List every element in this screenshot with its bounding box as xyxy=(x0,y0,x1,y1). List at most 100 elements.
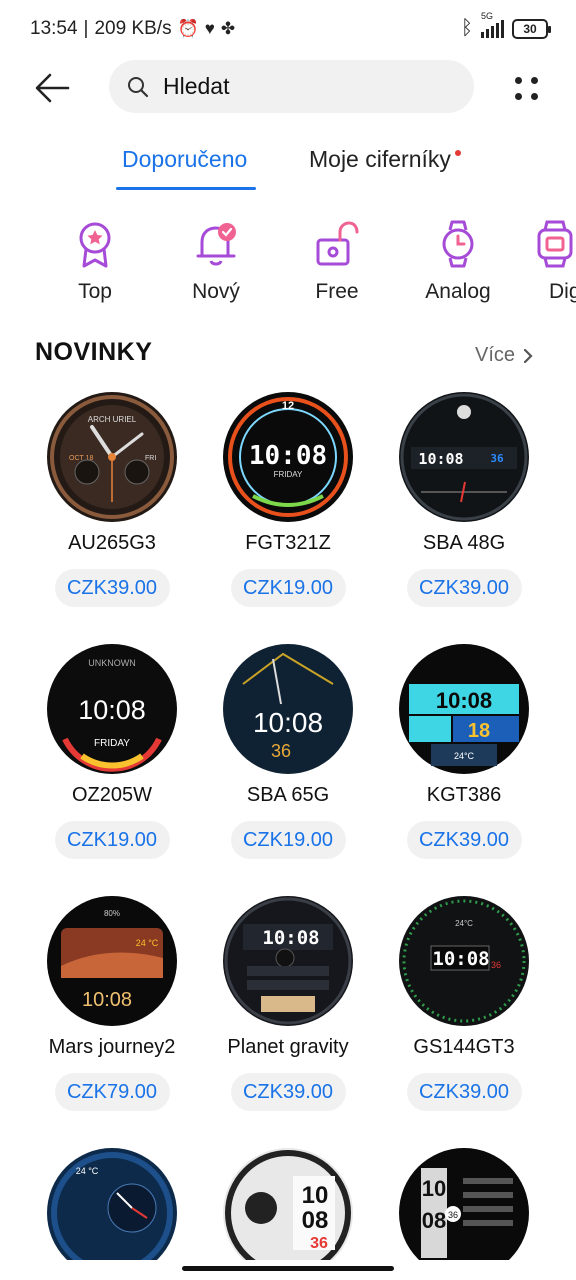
watch-face-card[interactable]: UNKNOWN 10:08 FRIDAY OZ205W CZK19.00 xyxy=(37,644,187,874)
watch-icon xyxy=(442,220,474,268)
home-indicator[interactable] xyxy=(182,1266,394,1271)
watch-face-preview: 10 08 36 xyxy=(223,1148,353,1260)
price-button[interactable]: CZK79.00 xyxy=(54,1073,170,1111)
face-seconds: 36 xyxy=(310,1235,328,1252)
watch-face-name: Mars journey2 xyxy=(48,1036,176,1058)
price-button[interactable]: CZK19.00 xyxy=(230,569,346,607)
more-options-button[interactable] xyxy=(512,75,542,103)
watch-face-name: SBA 48G xyxy=(422,532,506,554)
battery-level: 30 xyxy=(523,21,537,36)
digital-watch-icon xyxy=(537,220,573,268)
price-button[interactable]: CZK19.00 xyxy=(54,821,170,859)
signal-bar xyxy=(491,25,494,38)
face-time: 10:08 xyxy=(262,927,319,949)
tab-my-watch-faces[interactable]: Moje ciferníky xyxy=(309,146,451,173)
price-button[interactable]: CZK39.00 xyxy=(406,569,522,607)
more-dot xyxy=(515,77,522,84)
signal-bar xyxy=(481,31,484,38)
watch-face-card[interactable]: 10:08 Planet gravity CZK39.00 xyxy=(213,896,363,1126)
back-button[interactable] xyxy=(32,68,72,108)
unlock-icon xyxy=(316,221,359,266)
face-time: 10:08 xyxy=(253,707,323,738)
face-hours: 10 xyxy=(422,1176,446,1201)
signal-bar xyxy=(501,19,504,38)
watch-face-preview: 10:08 18 24°C xyxy=(399,644,529,774)
face-day: FRIDAY xyxy=(274,470,303,479)
watch-face-card[interactable]: 10:08 18 24°C KGT386 CZK39.00 xyxy=(389,644,539,874)
face-minutes: 08 xyxy=(302,1207,329,1234)
search-icon xyxy=(128,76,149,97)
watch-face-preview: 80% 24 °C 10:08 xyxy=(47,896,177,1026)
status-time: 13:54 xyxy=(30,18,78,39)
chevron-right-icon xyxy=(523,348,533,363)
category-analog[interactable]: Analog xyxy=(408,220,508,304)
watch-face-name: Planet gravity xyxy=(227,1036,349,1058)
face-time: 10:08 xyxy=(432,948,489,970)
watch-face-card[interactable]: 10 08 36 xyxy=(213,1148,363,1260)
more-dot xyxy=(531,93,538,100)
face-numeral: 12 xyxy=(282,400,294,412)
watch-face-card[interactable]: 80% 24 °C 10:08 Mars journey2 CZK79.00 xyxy=(37,896,187,1126)
more-dot xyxy=(515,93,522,100)
price-button[interactable]: CZK19.00 xyxy=(230,821,346,859)
more-link-label: Více xyxy=(475,344,516,366)
status-separator: | xyxy=(83,18,89,39)
watch-face-preview: 10:08 36 xyxy=(399,392,529,522)
face-hours: 10 xyxy=(302,1182,329,1209)
price-button[interactable]: CZK39.00 xyxy=(230,1073,346,1111)
watch-face-name: FGT321Z xyxy=(245,532,331,554)
category-digital[interactable]: Dig xyxy=(527,220,576,304)
price-button[interactable]: CZK39.00 xyxy=(406,1073,522,1111)
alarm-icon: ⏰ xyxy=(177,19,199,38)
fan-icon: ✤ xyxy=(220,19,236,38)
network-type: 5G xyxy=(481,10,494,21)
face-weather: 24°C xyxy=(454,751,475,761)
signal-bar xyxy=(496,22,499,38)
category-new[interactable]: Nový xyxy=(166,220,266,304)
price-button[interactable]: CZK39.00 xyxy=(54,569,170,607)
watch-face-preview: UNKNOWN 10:08 FRIDAY xyxy=(47,644,177,774)
watch-face-card[interactable]: 12 10:08 FRIDAY FGT321Z CZK19.00 xyxy=(213,392,363,622)
arrow-left-icon xyxy=(35,73,70,103)
watch-face-name: KGT386 xyxy=(426,784,502,806)
face-time: 10:08 xyxy=(82,989,132,1011)
status-left: 13:54 | 209 KB/s ⏰ ♥ ✤ xyxy=(30,18,235,40)
watch-face-card[interactable]: ARCH URIEL OCT 18 FRI AU265G3 CZK39.00 xyxy=(37,392,187,622)
search-bar[interactable] xyxy=(109,60,474,113)
face-time: 10:08 xyxy=(436,688,492,713)
price-button[interactable]: CZK39.00 xyxy=(406,821,522,859)
signal-icon: 5G xyxy=(481,11,504,38)
face-weather: 24 °C xyxy=(76,1166,99,1176)
watch-face-card[interactable]: 10:08 36 SBA 48G CZK39.00 xyxy=(389,392,539,622)
category-free[interactable]: Free xyxy=(287,220,387,304)
bluetooth-icon: ᛒ xyxy=(461,17,473,39)
face-seconds: 36 xyxy=(490,452,504,465)
watch-face-preview: 10:08 36 xyxy=(223,644,353,774)
active-tab-indicator xyxy=(116,187,256,190)
watch-face-name: GS144GT3 xyxy=(413,1036,515,1058)
watch-face-preview: 10:08 xyxy=(223,896,353,1026)
category-top[interactable]: Top xyxy=(45,220,145,304)
watch-face-card[interactable]: 10:08 36 SBA 65G CZK19.00 xyxy=(213,644,363,874)
watch-face-preview: ARCH URIEL OCT 18 FRI xyxy=(47,392,177,522)
face-time: 10:08 xyxy=(418,450,463,468)
status-bar: 13:54 | 209 KB/s ⏰ ♥ ✤ ᛒ 5G 30 xyxy=(0,0,576,60)
face-weather: 24 °C xyxy=(136,938,159,948)
category-label: Analog xyxy=(425,280,491,303)
bell-icon xyxy=(196,223,236,266)
more-link[interactable]: Více xyxy=(475,344,533,367)
medal-icon xyxy=(79,222,111,268)
signal-bar xyxy=(486,28,489,38)
category-label: Nový xyxy=(192,280,240,303)
battery-icon: 30 xyxy=(512,18,551,39)
category-label: Top xyxy=(78,280,112,303)
tab-recommended[interactable]: Doporučeno xyxy=(122,146,247,173)
face-time: 10:08 xyxy=(78,695,146,725)
watch-face-card[interactable]: 24 °C xyxy=(37,1148,187,1260)
watch-face-name: OZ205W xyxy=(71,784,153,806)
watch-face-card[interactable]: 10:08 36 24°C GS144GT3 CZK39.00 xyxy=(389,896,539,1126)
search-input[interactable] xyxy=(163,73,443,100)
watch-face-card[interactable]: 10 08 36 xyxy=(389,1148,539,1260)
face-date: 18 xyxy=(468,720,490,742)
face-time: 10:08 xyxy=(249,441,327,471)
